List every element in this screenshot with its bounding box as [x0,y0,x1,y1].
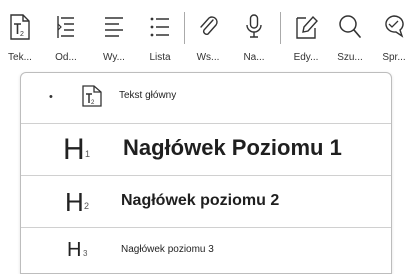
search-icon [339,15,361,38]
microphone-icon [246,14,262,38]
spellcheck-icon [385,15,404,38]
indent-icon [57,16,74,38]
attach-icon [200,16,218,35]
toolbar-separator [184,12,185,44]
paragraph-style-dropdown: • 2 Tekst główny H 1 Nagłówek Poziomu 1 … [20,72,392,274]
style-option-heading-1[interactable]: H 1 Nagłówek Poziomu 1 [21,123,391,176]
toolbar-label: Ws... [196,52,220,63]
style-option-label: Nagłówek poziomu 2 [121,192,280,209]
style-option-body-text[interactable]: • 2 Tekst główny [21,73,391,124]
list-icon [150,17,169,37]
edit-icon [296,15,318,39]
spellcheck-button[interactable]: Spr... [374,4,410,66]
style-option-label: Nagłówek poziomu 3 [121,244,214,255]
align-button[interactable]: Wy... [94,4,134,66]
toolbar-label: Lista [149,52,171,63]
toolbar-label: Edy... [293,52,319,63]
toolbar-label: Szu... [337,52,363,63]
toolbar-label: Spr... [382,52,406,63]
toolbar-label: Wy... [103,52,125,63]
list-button[interactable]: Lista [140,4,180,66]
heading-level-number: 1 [85,149,91,159]
toolbar-separator [280,12,281,44]
toolbar-label: Tek... [8,52,32,63]
svg-text:2: 2 [20,31,24,38]
text-style-icon: 2 [10,14,30,40]
toolbar: 2 Tek... Od... Wy... Lista Ws... Na... E… [0,0,410,72]
style-option-heading-3[interactable]: H 3 Nagłówek poziomu 3 [21,227,391,273]
toolbar-label: Na... [243,52,265,63]
heading-level-number: 3 [83,249,88,258]
heading-3-icon: H [67,239,82,261]
heading-level-number: 2 [84,201,90,211]
svg-text:2: 2 [91,100,95,106]
text-style-button[interactable]: 2 Tek... [0,4,40,66]
search-button[interactable]: Szu... [330,4,370,66]
edit-button[interactable]: Edy... [286,4,326,66]
heading-2-icon: H [65,187,84,217]
heading-1-icon: H [63,133,85,166]
text-style-icon: 2 [82,85,102,107]
dictate-button[interactable]: Na... [234,4,274,66]
style-option-heading-2[interactable]: H 2 Nagłówek poziomu 2 [21,175,391,228]
attach-button[interactable]: Ws... [188,4,228,66]
selected-bullet: • [49,91,53,103]
style-option-label: Nagłówek Poziomu 1 [123,135,342,160]
style-option-label: Tekst główny [119,90,177,101]
toolbar-label: Od... [55,52,77,63]
align-icon [105,17,123,37]
indent-button[interactable]: Od... [46,4,86,66]
